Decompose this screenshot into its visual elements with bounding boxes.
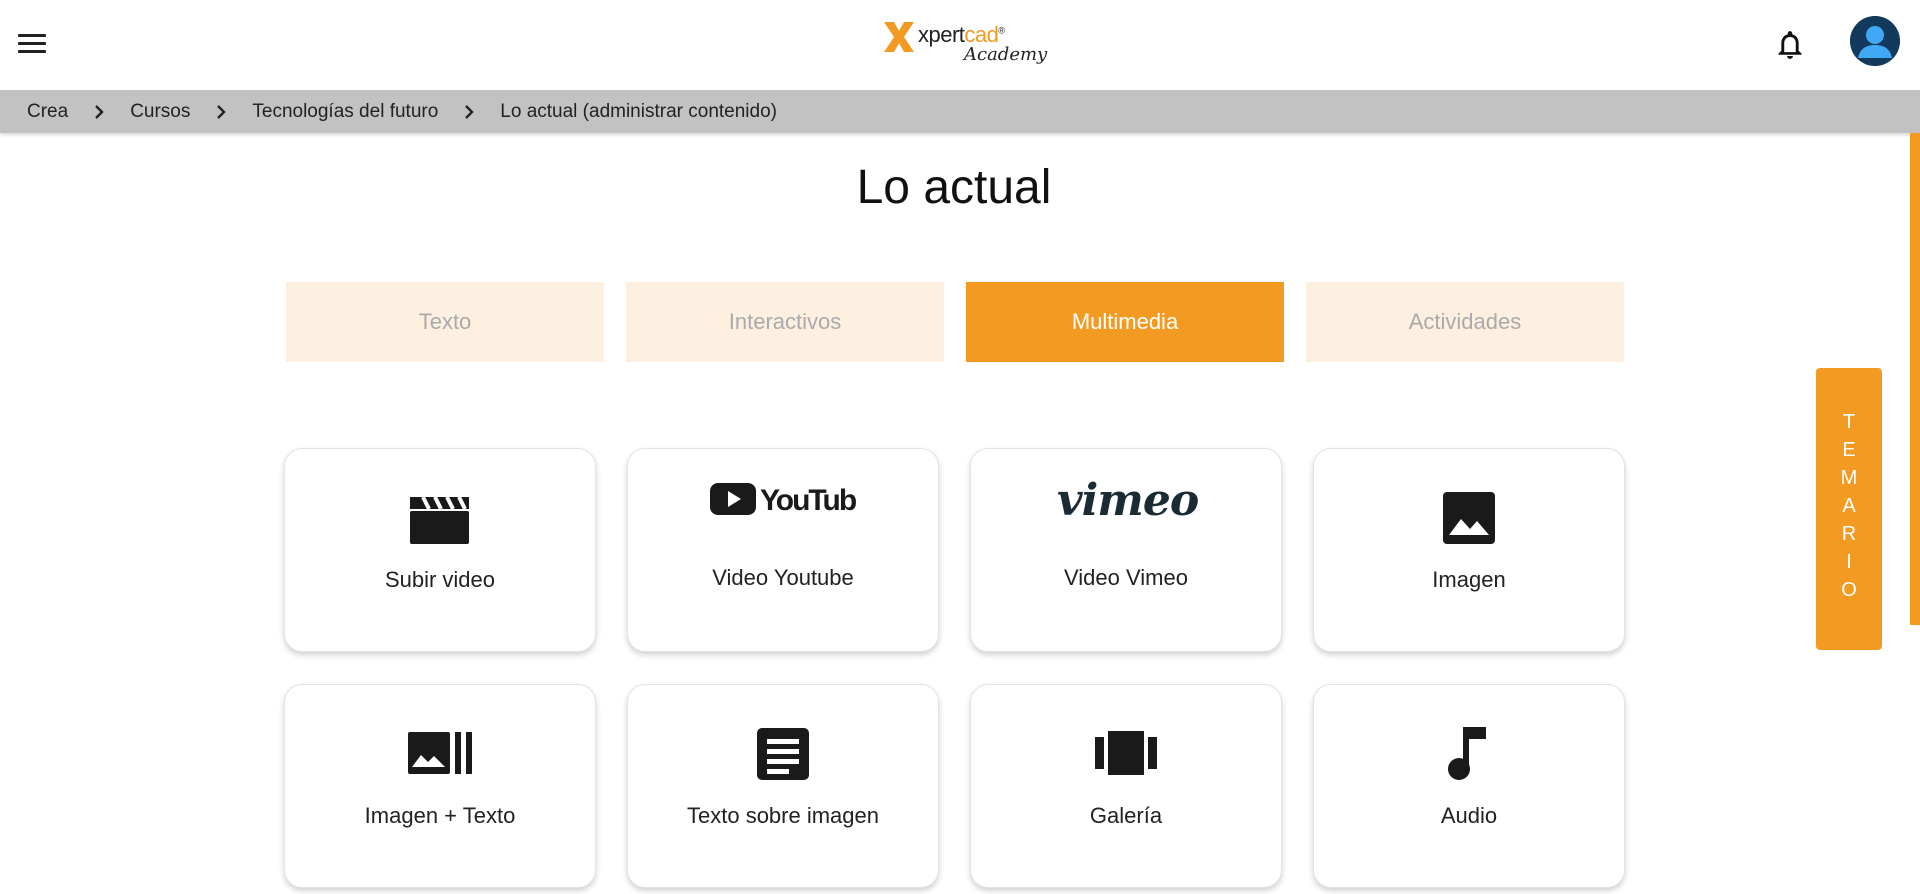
movie-clapper-icon	[285, 493, 595, 545]
card-audio[interactable]: Audio	[1313, 684, 1625, 888]
tab-texto[interactable]: Texto	[286, 282, 604, 362]
chevron-right-icon	[464, 104, 474, 119]
chevron-right-icon	[94, 104, 104, 119]
card-label: Imagen	[1432, 567, 1506, 592]
breadcrumb-item-current: Lo actual (administrar contenido)	[500, 100, 777, 122]
top-header: xpertcad® Academy	[0, 0, 1920, 90]
card-label: Video Vimeo	[1064, 565, 1188, 590]
breadcrumb-item-crea[interactable]: Crea	[27, 101, 68, 123]
chevron-right-icon	[216, 104, 227, 119]
article-icon	[628, 727, 938, 781]
vimeo-logo-icon: vimeo	[971, 479, 1281, 525]
breadcrumb-item-cursos[interactable]: Cursos	[130, 101, 190, 123]
music-note-icon	[1314, 725, 1624, 783]
logo-x-mark-icon	[884, 22, 914, 52]
card-label: Video Youtube	[712, 565, 854, 590]
card-label: Imagen + Texto	[364, 803, 516, 828]
youtube-logo-icon: YouTube	[628, 481, 938, 517]
logo-academy-text: Academy	[964, 44, 1048, 65]
notifications-bell-icon[interactable]	[1776, 30, 1804, 60]
user-avatar-icon	[1850, 16, 1900, 66]
scroll-accent-bar[interactable]	[1910, 133, 1920, 625]
card-texto-sobre-imagen[interactable]: Texto sobre imagen	[627, 684, 939, 888]
gallery-carousel-icon	[971, 731, 1281, 775]
user-avatar[interactable]	[1850, 16, 1900, 66]
breadcrumb: Crea Cursos Tecnologías del futuro Lo ac…	[0, 90, 1920, 133]
image-icon	[1314, 491, 1624, 545]
tab-multimedia[interactable]: Multimedia	[966, 282, 1284, 362]
temario-label: TEMARIO	[1838, 411, 1860, 607]
card-imagen-texto[interactable]: Imagen + Texto	[284, 684, 596, 888]
card-label: Galería	[1089, 803, 1163, 828]
svg-text:YouTube: YouTube	[760, 484, 856, 517]
card-video-youtube[interactable]: YouTube Video Youtube	[627, 448, 939, 652]
card-label: Texto sobre imagen	[687, 803, 879, 828]
svg-text:vimeo: vimeo	[1057, 479, 1198, 525]
page-title: Lo actual	[856, 161, 1052, 214]
breadcrumb-item-tecnologias[interactable]: Tecnologías del futuro	[252, 101, 438, 123]
card-galeria[interactable]: Galería	[970, 684, 1282, 888]
card-label: Audio	[1440, 803, 1498, 828]
card-label: Subir video	[384, 567, 496, 592]
card-subir-video[interactable]: Subir video	[284, 448, 596, 652]
hamburger-menu-button[interactable]	[18, 34, 46, 56]
temario-side-button[interactable]: TEMARIO	[1816, 368, 1882, 650]
tab-interactivos[interactable]: Interactivos	[626, 282, 944, 362]
xpertcad-academy-logo[interactable]: xpertcad® Academy	[882, 18, 1047, 72]
image-text-icon	[285, 731, 595, 775]
card-video-vimeo[interactable]: vimeo Video Vimeo	[970, 448, 1282, 652]
tab-actividades[interactable]: Actividades	[1306, 282, 1624, 362]
card-imagen[interactable]: Imagen	[1313, 448, 1625, 652]
